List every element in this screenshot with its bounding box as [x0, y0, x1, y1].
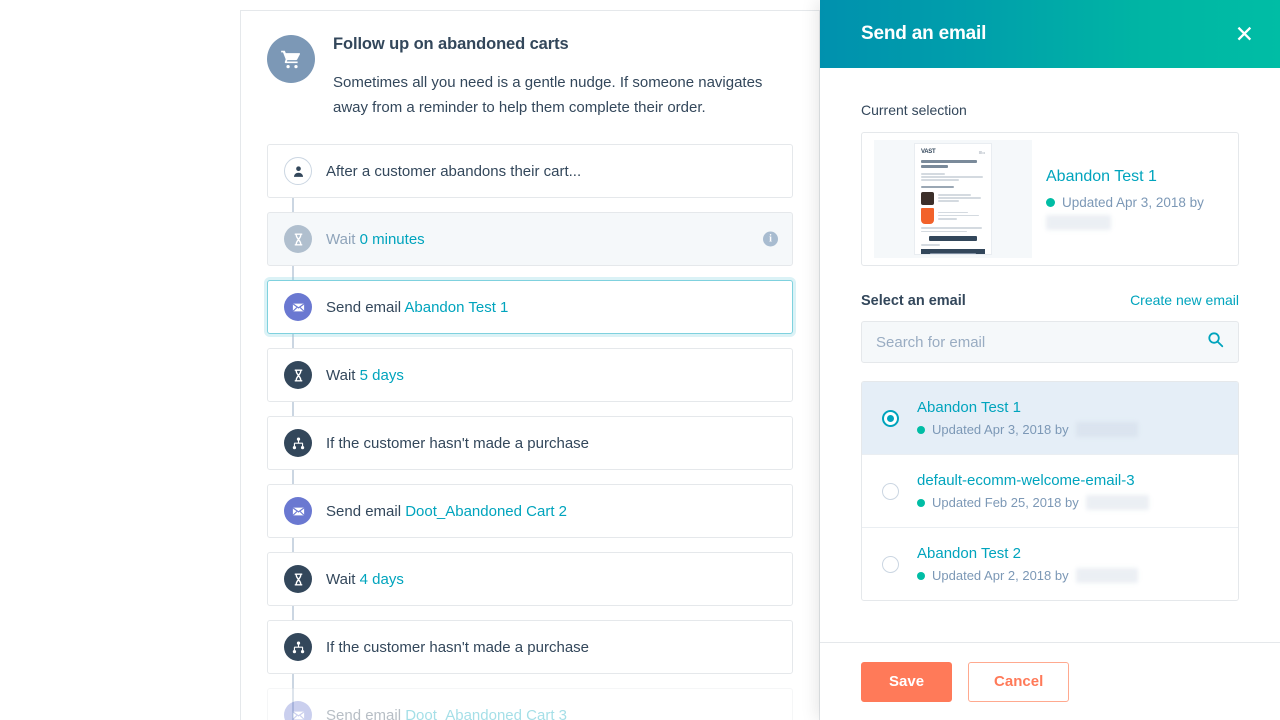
save-button[interactable]: Save — [861, 661, 953, 702]
workflow-step-accent: Doot_Abandoned Cart 2 — [405, 502, 568, 520]
panel-header: Send an email ✕ — [820, 0, 1280, 68]
branch-icon — [284, 633, 312, 661]
workflow-step-label: If the customer hasn't made a purchase — [326, 638, 590, 656]
workflow-step-accent: Abandon Test 1 — [404, 298, 509, 316]
workflow-step-label: Wait 5 days — [326, 366, 404, 384]
workflow-step-accent: 5 days — [359, 366, 404, 384]
email-item-text: default-ecomm-welcome-email-3 Updated Feb… — [917, 472, 1149, 510]
workflow-step-5[interactable]: Send email Doot_Abandoned Cart 2 — [267, 484, 793, 538]
current-email-meta: Updated Apr 3, 2018 by — [1046, 195, 1226, 210]
email-item-meta: Updated Apr 2, 2018 by Daniel Kim — [917, 568, 1139, 583]
workflow-step-accent: Doot_Abandoned Cart 3 — [405, 706, 568, 720]
workflow-step-label: Send email Abandon Test 1 — [326, 298, 509, 316]
hourglass-icon — [284, 565, 312, 593]
create-new-email-link[interactable]: Create new email — [1130, 292, 1239, 308]
workflow-step-label: Wait 0 minutes — [326, 230, 425, 248]
email-radio-0[interactable] — [882, 409, 899, 427]
email-item-meta: Updated Feb 25, 2018 by Daniel Kim — [917, 495, 1149, 510]
workflow-step-label: Send email Doot_Abandoned Cart 3 — [326, 707, 567, 720]
workflow-step-6[interactable]: Wait 4 days — [267, 552, 793, 606]
app-root: Follow up on abandoned carts Sometimes a… — [0, 0, 1280, 720]
current-email-author: Daniel Kim — [1046, 215, 1112, 230]
email-item-text: Abandon Test 2 Updated Apr 2, 2018 by Dani… — [917, 545, 1139, 583]
send-email-panel: Send an email ✕ Current selection VAST ☰… — [820, 0, 1280, 720]
workflow-title: Follow up on abandoned carts — [333, 35, 569, 53]
info-icon[interactable]: i — [763, 231, 778, 247]
workflow-step-accent: 4 days — [359, 570, 404, 588]
current-email-name: Abandon Test 1 — [1046, 168, 1157, 185]
hourglass-icon — [284, 225, 312, 253]
envelope-icon — [284, 497, 312, 525]
workflow-description: Sometimes all you need is a gentle nudge… — [333, 74, 763, 116]
person-icon — [284, 157, 312, 185]
select-email-label: Select an email — [861, 293, 966, 309]
email-item-updated: Updated Apr 2, 2018 by — [932, 568, 1069, 583]
email-item-author: Daniel Kim — [1075, 568, 1139, 583]
email-list-item-1[interactable]: default-ecomm-welcome-email-3 Updated Feb… — [862, 455, 1238, 528]
search-input[interactable] — [876, 333, 1199, 351]
envelope-icon — [284, 293, 312, 321]
current-selection-label: Current selection — [861, 102, 967, 118]
status-dot-icon — [917, 498, 925, 507]
hourglass-icon — [284, 361, 312, 389]
email-list-item-2[interactable]: Abandon Test 2 Updated Apr 2, 2018 by Dani… — [862, 528, 1238, 600]
status-dot-icon — [917, 571, 925, 580]
cancel-button[interactable]: Cancel — [968, 661, 1070, 702]
current-selection-card[interactable]: VAST ☰•• Abandon Test 1 Updated Apr 3, 2… — [861, 132, 1239, 266]
workflow-step-7[interactable]: If the customer hasn't made a purchase — [267, 620, 793, 674]
email-item-name: Abandon Test 1 — [917, 399, 1021, 416]
branch-icon — [284, 429, 312, 457]
workflow-step-label: Send email Doot_Abandoned Cart 2 — [326, 502, 568, 520]
thumbnail-nav-icon: ☰•• — [978, 149, 985, 155]
email-item-text: Abandon Test 1 Updated Apr 3, 2018 by Dani… — [917, 399, 1139, 437]
email-item-updated: Updated Feb 25, 2018 by — [932, 495, 1079, 510]
panel-body: Current selection VAST ☰•• Abandon Test … — [820, 68, 1280, 642]
email-radio-2[interactable] — [882, 555, 899, 573]
search-email-box[interactable] — [861, 321, 1239, 363]
workflow-step-label: After a customer abandons their cart... — [326, 162, 582, 180]
workflow-step-1[interactable]: Wait 0 minutes i — [267, 212, 793, 266]
email-item-author: Daniel Kim — [1075, 422, 1139, 437]
panel-footer: Save Cancel — [820, 642, 1280, 720]
email-list[interactable]: Abandon Test 1 Updated Apr 3, 2018 by Dani… — [861, 381, 1239, 601]
workflow-step-4[interactable]: If the customer hasn't made a purchase — [267, 416, 793, 470]
panel-title: Send an email — [861, 23, 987, 44]
envelope-icon — [284, 701, 312, 720]
select-email-header: Select an email Create new email — [861, 292, 1239, 309]
workflow-steps: After a customer abandons their cart... W… — [241, 144, 819, 720]
thumbnail-brand: VAST — [921, 149, 936, 155]
workflow-step-0[interactable]: After a customer abandons their cart... — [267, 144, 793, 198]
workflow-step-2[interactable]: Send email Abandon Test 1 — [267, 280, 793, 334]
status-dot-icon — [917, 425, 925, 434]
email-list-item-0[interactable]: Abandon Test 1 Updated Apr 3, 2018 by Dani… — [862, 382, 1238, 455]
workflow-header: Follow up on abandoned carts Sometimes a… — [241, 11, 819, 126]
email-item-author: Daniel Kim — [1085, 495, 1149, 510]
email-item-name: Abandon Test 2 — [917, 545, 1021, 562]
close-icon[interactable]: ✕ — [1235, 22, 1254, 46]
workflow-step-label: If the customer hasn't made a purchase — [326, 434, 590, 452]
status-dot-icon — [1046, 198, 1055, 207]
search-icon[interactable] — [1207, 331, 1224, 353]
email-item-meta: Updated Apr 3, 2018 by Daniel Kim — [917, 422, 1139, 437]
workflow-step-3[interactable]: Wait 5 days — [267, 348, 793, 402]
workflow-step-label: Wait 4 days — [326, 570, 404, 588]
email-item-name: default-ecomm-welcome-email-3 — [917, 472, 1135, 489]
email-preview-thumbnail: VAST ☰•• — [874, 140, 1032, 258]
workflow-step-8[interactable]: Send email Doot_Abandoned Cart 3 — [267, 688, 793, 720]
email-radio-1[interactable] — [882, 482, 899, 500]
workflow-step-accent: 0 minutes — [359, 230, 425, 248]
current-email-updated: Updated Apr 3, 2018 by — [1062, 195, 1204, 210]
shopping-cart-icon — [267, 35, 315, 83]
workflow-card: Follow up on abandoned carts Sometimes a… — [240, 10, 820, 720]
email-item-updated: Updated Apr 3, 2018 by — [932, 422, 1069, 437]
